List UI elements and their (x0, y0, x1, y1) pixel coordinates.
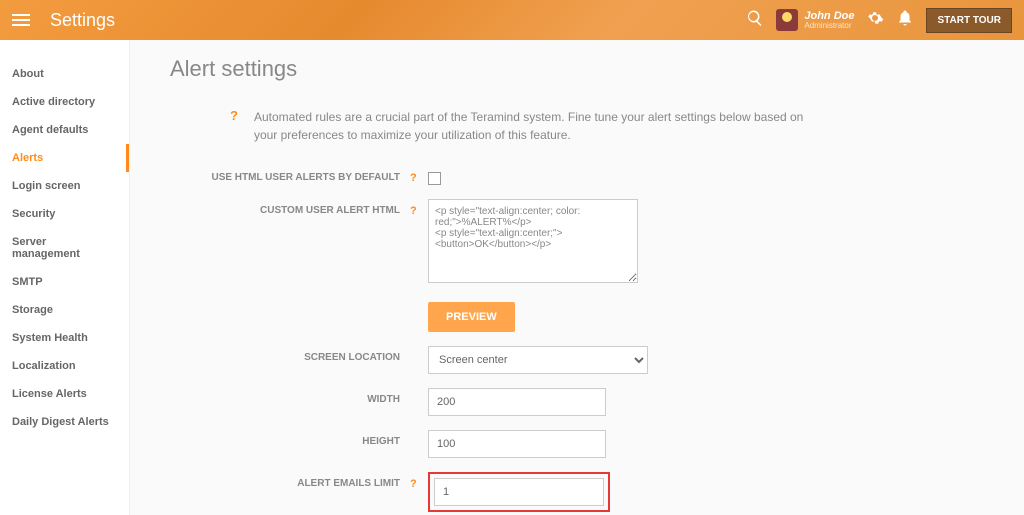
sidebar-item-security[interactable]: Security (0, 200, 129, 228)
sidebar-item-daily-digest-alerts[interactable]: Daily Digest Alerts (0, 408, 129, 436)
label-width: WIDTH (170, 388, 410, 405)
header-title: Settings (50, 10, 115, 31)
alert-emails-limit-input[interactable] (434, 478, 604, 506)
sidebar-item-alerts[interactable]: Alerts (0, 144, 129, 172)
highlight-box (428, 472, 610, 512)
main-content: Alert settings ? Automated rules are a c… (130, 40, 1024, 515)
sidebar: About Active directory Agent defaults Al… (0, 40, 130, 515)
help-icon[interactable]: ? (410, 166, 422, 184)
intro-text: Automated rules are a crucial part of th… (254, 108, 814, 144)
menu-icon[interactable] (12, 8, 36, 32)
start-tour-button[interactable]: START TOUR (926, 8, 1012, 33)
sidebar-item-login-screen[interactable]: Login screen (0, 172, 129, 200)
help-icon[interactable]: ? (410, 472, 422, 490)
label-screen-location: SCREEN LOCATION (170, 346, 410, 363)
sidebar-item-smtp[interactable]: SMTP (0, 268, 129, 296)
help-icon[interactable]: ? (230, 108, 238, 123)
sidebar-item-about[interactable]: About (0, 60, 129, 88)
search-icon[interactable] (746, 9, 764, 32)
label-custom-html: CUSTOM USER ALERT HTML (170, 199, 410, 216)
screen-location-select[interactable]: Screen center (428, 346, 648, 374)
label-height: HEIGHT (170, 430, 410, 447)
user-name: John Doe (804, 11, 854, 22)
height-input[interactable] (428, 430, 606, 458)
avatar (776, 9, 798, 31)
sidebar-item-storage[interactable]: Storage (0, 296, 129, 324)
preview-button[interactable]: PREVIEW (428, 302, 515, 332)
sidebar-item-agent-defaults[interactable]: Agent defaults (0, 116, 129, 144)
sidebar-item-localization[interactable]: Localization (0, 352, 129, 380)
label-use-html: USE HTML USER ALERTS BY DEFAULT (170, 166, 410, 183)
sidebar-item-server-management[interactable]: Server management (0, 228, 129, 268)
width-input[interactable] (428, 388, 606, 416)
help-icon[interactable]: ? (410, 199, 422, 217)
user-role: Administrator (804, 22, 854, 30)
page-title: Alert settings (170, 56, 984, 82)
gear-icon[interactable] (866, 9, 884, 32)
custom-html-textarea[interactable]: <p style="text-align:center; color: red;… (428, 199, 638, 283)
sidebar-item-system-health[interactable]: System Health (0, 324, 129, 352)
bell-icon[interactable] (896, 9, 914, 32)
use-html-checkbox[interactable] (428, 172, 441, 185)
label-alert-emails-limit: ALERT EMAILS LIMIT (170, 472, 410, 489)
sidebar-item-active-directory[interactable]: Active directory (0, 88, 129, 116)
header-bar: Settings John Doe Administrator START TO… (0, 0, 1024, 40)
sidebar-item-license-alerts[interactable]: License Alerts (0, 380, 129, 408)
user-block[interactable]: John Doe Administrator (776, 9, 854, 31)
